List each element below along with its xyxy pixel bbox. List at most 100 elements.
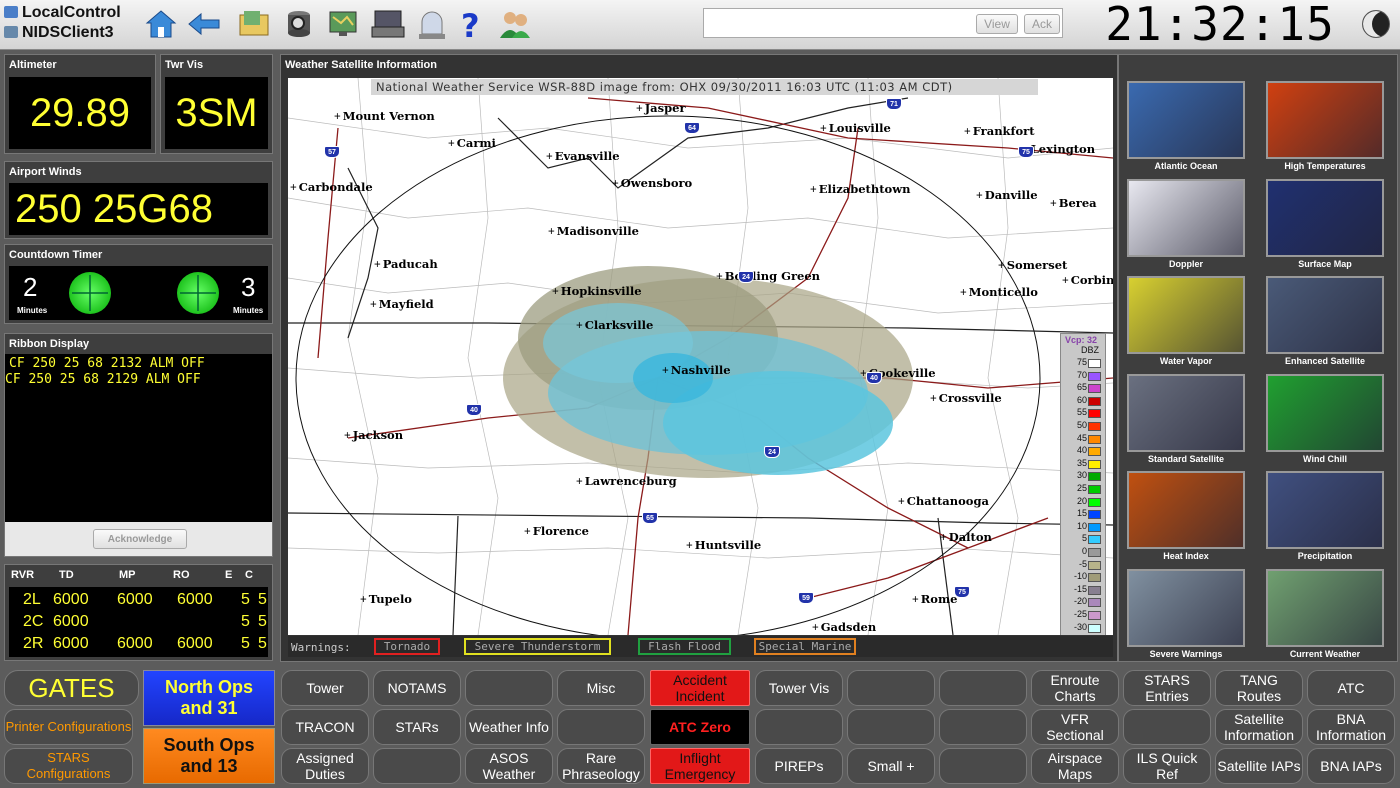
blank-button[interactable] — [465, 670, 553, 706]
left-timer-start-button[interactable] — [69, 272, 111, 314]
map-folder-icon[interactable] — [236, 6, 272, 42]
thumbnail-label: Water Vapor — [1159, 356, 1213, 366]
north-ops-button[interactable]: North Ops and 31 — [143, 670, 275, 726]
blank-button[interactable] — [939, 670, 1027, 706]
weather-info-button[interactable]: Weather Info — [465, 709, 553, 745]
highway-shield: 59 — [798, 592, 814, 604]
legend-swatch — [1088, 585, 1101, 595]
gates-button[interactable]: GATES — [4, 670, 139, 706]
users-icon[interactable] — [497, 6, 533, 42]
notams-button[interactable]: NOTAMS — [373, 670, 461, 706]
tracon-button[interactable]: TRACON — [281, 709, 369, 745]
acknowledge-button[interactable]: Acknowledge — [93, 529, 187, 549]
satellite-thumbnail[interactable] — [1266, 373, 1384, 452]
blank-button[interactable] — [755, 709, 843, 745]
thumbnail-label: Severe Warnings — [1149, 648, 1223, 659]
blank-button[interactable] — [557, 709, 645, 745]
keyboard-icon[interactable] — [370, 6, 406, 42]
stars-configurations-button[interactable]: STARS Configurations — [4, 748, 133, 784]
ils-quick-ref-button[interactable]: ILS Quick Ref — [1123, 748, 1211, 784]
highway-shield: 65 — [642, 512, 658, 524]
satellite-iaps-button[interactable]: Satellite IAPs — [1215, 748, 1303, 784]
special-marine-warning-button[interactable]: Special Marine — [754, 638, 856, 655]
satellite-thumbnail[interactable] — [1127, 178, 1245, 257]
small-button[interactable]: Small + — [847, 748, 935, 784]
tang-routes-button[interactable]: TANG Routes — [1215, 670, 1303, 706]
assigned-duties-button[interactable]: Assigned Duties — [281, 748, 369, 784]
blank-button[interactable] — [847, 670, 935, 706]
countdown-timer-panel: Countdown Timer 2 Minutes 3 Minutes — [4, 244, 273, 324]
stars-entries-button[interactable]: STARS Entries — [1123, 670, 1211, 706]
legend-swatch — [1088, 510, 1101, 520]
enroute-charts-button[interactable]: Enroute Charts — [1031, 670, 1119, 706]
thumbnail-label: Precipitation — [1297, 551, 1353, 561]
severe-thunderstorm-warning-button[interactable]: Severe Thunderstorm — [464, 638, 611, 655]
vfr-sectional-button[interactable]: VFR Sectional — [1031, 709, 1119, 745]
satellite-thumbnail[interactable] — [1127, 471, 1245, 549]
satellite-thumbnail[interactable] — [1127, 568, 1245, 647]
database-search-icon[interactable] — [281, 6, 317, 42]
help-icon[interactable]: ? — [454, 6, 490, 42]
legend-row: 50 — [1063, 420, 1103, 431]
legend-value: 60 — [1076, 394, 1087, 405]
blank-button[interactable] — [939, 748, 1027, 784]
tower-button[interactable]: Tower — [281, 670, 369, 706]
accident-incident-button[interactable]: Accident Incident — [650, 670, 750, 706]
atc-button[interactable]: ATC — [1307, 670, 1395, 706]
stars-button[interactable]: STARs — [373, 709, 461, 745]
blank-button[interactable] — [1123, 709, 1211, 745]
pireps-button[interactable]: PIREPs — [755, 748, 843, 784]
radar-map[interactable]: National Weather Service WSR-88D image f… — [288, 78, 1113, 635]
view-button[interactable]: View — [976, 14, 1018, 34]
ribbon-display-title: Ribbon Display — [9, 338, 90, 350]
asos-weather-button[interactable]: ASOS Weather — [465, 748, 553, 784]
blank-button[interactable] — [373, 748, 461, 784]
right-timer-start-button[interactable] — [177, 272, 219, 314]
city-label: Paducah — [374, 257, 438, 271]
satellite-thumbnail[interactable] — [1266, 276, 1384, 354]
satellite-thumbnail[interactable] — [1266, 81, 1384, 159]
map-screen-icon[interactable] — [325, 6, 361, 42]
city-label: Crossville — [930, 391, 1002, 405]
legend-vcp: Vcp: 32 — [1065, 335, 1098, 345]
legend-value: -20 — [1073, 596, 1087, 607]
satellite-thumbnail[interactable] — [1266, 471, 1384, 549]
satellite-thumbnail[interactable] — [1266, 178, 1384, 257]
satellite-information-button[interactable]: Satellite Information — [1215, 709, 1303, 745]
satellite-thumbnail[interactable] — [1127, 373, 1245, 452]
legend-value: 30 — [1076, 470, 1087, 481]
highway-shield: 75 — [1018, 146, 1034, 158]
tornado-warning-button[interactable]: Tornado — [374, 638, 440, 655]
satellite-thumbnail[interactable] — [1127, 276, 1245, 354]
satellite-thumbnail[interactable] — [1266, 568, 1384, 647]
thumbnail-label: Atlantic Ocean — [1154, 161, 1218, 171]
ack-button[interactable]: Ack — [1024, 14, 1060, 34]
tower-vis-button[interactable]: Tower Vis — [755, 670, 843, 706]
rvr-panel: RVR TD MP RO E C 2L 6000 6000 6000 5 5 2… — [4, 564, 273, 661]
misc-button[interactable]: Misc — [557, 670, 645, 706]
bna-iaps-button[interactable]: BNA IAPs — [1307, 748, 1395, 784]
legend-value: -30 — [1073, 621, 1087, 632]
table-cell: 5 — [241, 613, 250, 630]
ribbon-footer: Acknowledge — [5, 522, 272, 556]
inflight-emergency-button[interactable]: Inflight Emergency — [650, 748, 750, 784]
home-icon[interactable] — [143, 6, 179, 42]
table-cell: 6000 — [117, 591, 153, 608]
rvr-header-c: C — [245, 569, 253, 581]
back-arrow-icon[interactable] — [186, 6, 222, 42]
alarm-light-icon[interactable] — [414, 6, 450, 42]
printer-configurations-button[interactable]: Printer Configurations — [4, 709, 133, 745]
atc-zero-button[interactable]: ATC Zero — [650, 709, 750, 745]
bna-information-button[interactable]: BNA Information — [1307, 709, 1395, 745]
rare-phraseology-button[interactable]: Rare Phraseology — [557, 748, 645, 784]
table-cell: 5 — [241, 591, 250, 608]
blank-button[interactable] — [847, 709, 935, 745]
airspace-maps-button[interactable]: Airspace Maps — [1031, 748, 1119, 784]
blank-button[interactable] — [939, 709, 1027, 745]
warnings-label: Warnings: — [291, 641, 351, 654]
flash-flood-warning-button[interactable]: Flash Flood — [638, 638, 731, 655]
south-ops-button[interactable]: South Ops and 13 — [143, 728, 275, 784]
ribbon-line: CF 250 25 68 2132 ALM OFF — [9, 356, 205, 371]
satellite-thumbnail[interactable] — [1127, 81, 1245, 159]
ribbon-line: CF 250 25 68 2129 ALM OFF — [5, 372, 201, 387]
